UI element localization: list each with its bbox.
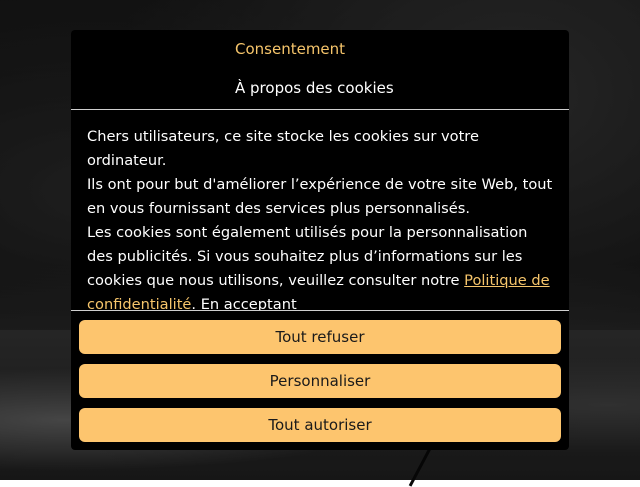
consent-paragraph: Chers utilisateurs, ce site stocke les c… (87, 128, 479, 169)
allow-all-button[interactable]: Tout autoriser (79, 408, 561, 442)
divider (71, 310, 569, 311)
consent-paragraph: Ils ont pour but d'améliorer l’expérienc… (87, 176, 553, 217)
consent-paragraph-text: . En acceptant (191, 296, 297, 310)
consent-paragraph: Les cookies sont également utilisés pour… (87, 221, 557, 310)
consent-paragraph-text: Les cookies sont également utilisés pour… (87, 224, 528, 289)
refuse-all-button[interactable]: Tout refuser (79, 320, 561, 354)
consent-text: Chers utilisateurs, ce site stocke les c… (87, 125, 557, 310)
divider (71, 109, 569, 110)
cookie-consent-dialog: Consentement À propos des cookies Chers … (71, 30, 569, 450)
tab-consent[interactable]: Consentement (235, 40, 345, 58)
customize-button[interactable]: Personnaliser (79, 364, 561, 398)
tab-about-cookies[interactable]: À propos des cookies (235, 79, 394, 97)
